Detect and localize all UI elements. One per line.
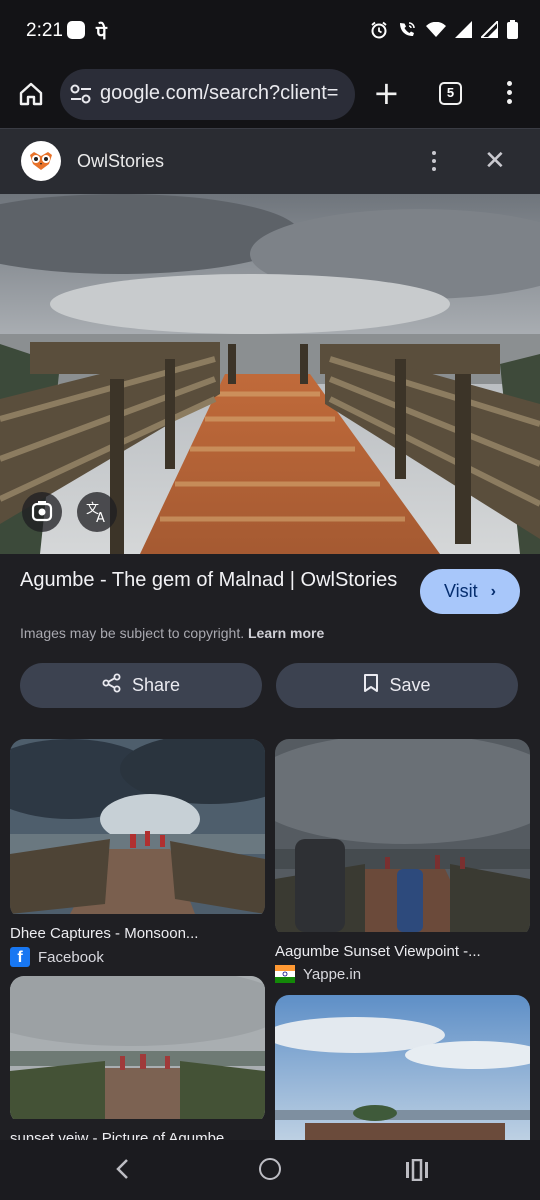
- save-label: Save: [389, 675, 431, 695]
- status-bar: 2:21 पे: [0, 0, 540, 62]
- result-title[interactable]: Agumbe - The gem of Malnad | OwlStories: [20, 568, 400, 593]
- related-thumbnail[interactable]: [275, 995, 530, 1140]
- image-panel-header: OwlStories ✕: [0, 128, 540, 194]
- recent-apps-icon[interactable]: [405, 1158, 429, 1186]
- related-title[interactable]: Aagumbe Sunset Viewpoint -...: [275, 943, 530, 960]
- url-text[interactable]: google.com/search?client=: [100, 82, 350, 105]
- bookmark-icon: [363, 673, 379, 698]
- copyright-notice: Images may be subject to copyright. Lear…: [20, 625, 324, 641]
- app-square-icon: [67, 21, 85, 39]
- share-label: Share: [131, 675, 181, 695]
- translate-icon[interactable]: 文A: [77, 492, 117, 532]
- related-thumbnail[interactable]: [10, 739, 265, 919]
- svg-text:A: A: [96, 511, 105, 526]
- back-icon[interactable]: [112, 1156, 132, 1187]
- save-button[interactable]: Save: [276, 663, 518, 708]
- signal-icon: [478, 18, 499, 43]
- site-settings-icon[interactable]: [69, 83, 93, 105]
- visit-button[interactable]: Visit ›: [420, 569, 520, 614]
- wifi-icon: [426, 21, 446, 43]
- learn-more-link[interactable]: Learn more: [248, 625, 324, 641]
- site-name[interactable]: OwlStories: [77, 151, 164, 172]
- home-icon[interactable]: [17, 80, 45, 108]
- google-lens-icon[interactable]: [22, 492, 62, 532]
- result-info: Agumbe - The gem of Malnad | OwlStories …: [0, 554, 540, 729]
- close-icon[interactable]: ✕: [484, 148, 506, 174]
- related-image-card[interactable]: [275, 995, 530, 1140]
- facebook-icon: f: [10, 947, 30, 967]
- related-image-card[interactable]: Dhee Captures - Monsoon... f Facebook: [10, 739, 265, 967]
- share-button[interactable]: Share: [20, 663, 262, 708]
- related-image-card[interactable]: Aagumbe Sunset Viewpoint -... Yappe.in: [275, 739, 530, 983]
- related-thumbnail[interactable]: [10, 976, 265, 1124]
- address-bar[interactable]: google.com/search?client=: [60, 69, 355, 120]
- related-image-card[interactable]: sunset veiw - Picture of Agumbe...: [10, 976, 265, 1140]
- chevron-right-icon: ›: [490, 583, 496, 600]
- related-source-name: Facebook: [38, 948, 104, 966]
- more-vert-icon[interactable]: [507, 81, 513, 108]
- visit-label: Visit: [444, 581, 478, 601]
- more-vert-icon[interactable]: [432, 151, 436, 175]
- related-thumbnail[interactable]: [275, 739, 530, 937]
- new-tab-icon[interactable]: +: [373, 77, 400, 109]
- related-source[interactable]: f Facebook: [10, 947, 265, 967]
- india-flag-icon: [275, 965, 295, 983]
- alarm-icon: [370, 21, 388, 44]
- signal-icon: [455, 21, 472, 43]
- copyright-text: Images may be subject to copyright.: [20, 625, 245, 641]
- home-nav-icon[interactable]: [259, 1158, 281, 1180]
- system-nav-bar: [0, 1140, 540, 1200]
- phonepe-icon: पे: [96, 22, 107, 44]
- status-time: 2:21: [26, 20, 63, 41]
- share-icon: [102, 673, 122, 698]
- related-source-name: Yappe.in: [303, 965, 362, 983]
- browser-toolbar: google.com/search?client= + 5: [0, 62, 540, 128]
- battery-icon: [507, 20, 518, 44]
- related-title[interactable]: Dhee Captures - Monsoon...: [10, 925, 265, 942]
- related-images-grid: Dhee Captures - Monsoon... f Facebook Aa…: [0, 729, 540, 1140]
- related-title[interactable]: sunset veiw - Picture of Agumbe...: [10, 1130, 265, 1140]
- wifi-calling-icon: [397, 21, 417, 44]
- tab-switcher-icon[interactable]: 5: [439, 82, 462, 105]
- owl-logo-icon: [21, 141, 61, 181]
- related-source[interactable]: Yappe.in: [275, 965, 530, 983]
